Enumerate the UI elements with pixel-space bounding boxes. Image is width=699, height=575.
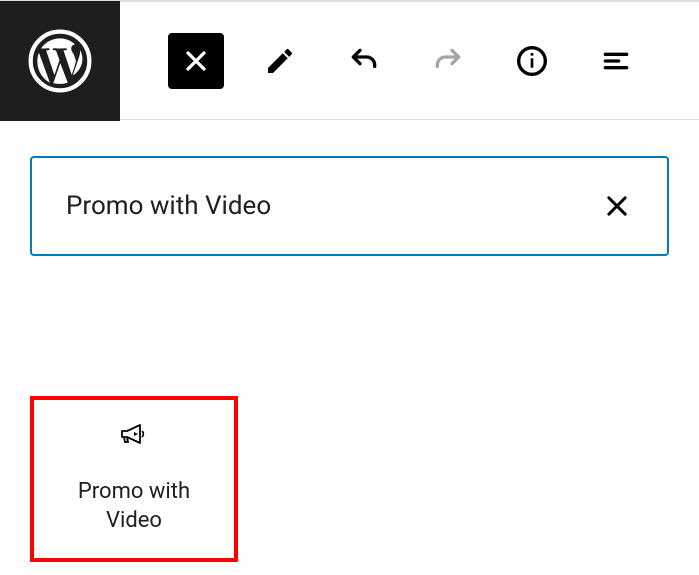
editor-topbar [0, 0, 699, 120]
undo-icon [348, 45, 380, 77]
editor-toolbar [120, 33, 644, 89]
info-button[interactable] [504, 33, 560, 89]
block-result-promo-with-video[interactable]: Promo with Video [30, 396, 238, 562]
undo-button[interactable] [336, 33, 392, 89]
megaphone-icon [118, 422, 150, 450]
redo-icon [432, 45, 464, 77]
search-input[interactable] [66, 191, 595, 221]
pencil-icon [264, 45, 296, 77]
block-results: Promo with Video [0, 256, 699, 562]
redo-button[interactable] [420, 33, 476, 89]
edit-tool-button[interactable] [252, 33, 308, 89]
outline-button[interactable] [588, 33, 644, 89]
close-icon [603, 192, 631, 220]
block-result-label: Promo with Video [59, 478, 209, 535]
wordpress-logo[interactable] [0, 1, 120, 121]
close-inserter-button[interactable] [168, 33, 224, 89]
block-search-container [0, 120, 699, 256]
list-view-icon [600, 45, 632, 77]
wordpress-icon [28, 29, 92, 93]
info-icon [516, 45, 548, 77]
block-search-box [30, 156, 669, 256]
clear-search-button[interactable] [595, 184, 639, 228]
close-icon [180, 45, 212, 77]
